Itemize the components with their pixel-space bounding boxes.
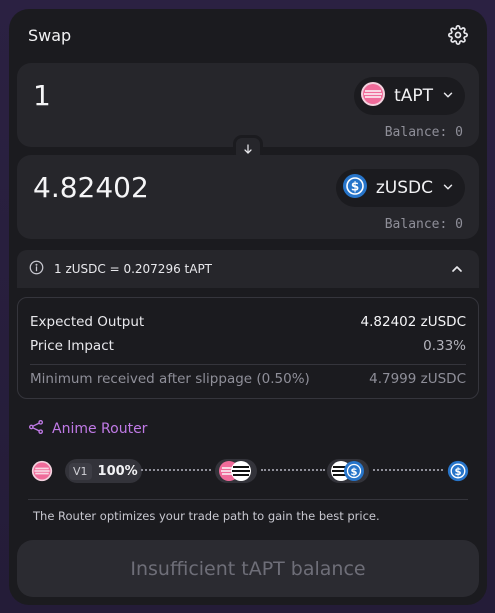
route-dots bbox=[261, 469, 325, 471]
usdc-token-icon: $ bbox=[342, 173, 368, 203]
from-balance: Balance: 0 bbox=[384, 125, 463, 140]
to-token-symbol: zUSDC bbox=[375, 178, 433, 198]
page-background: Swap 1 tAPT Balance: 0 4.82402 $ zUSDC B… bbox=[0, 0, 495, 613]
svg-text:$: $ bbox=[454, 467, 461, 478]
chevron-up-icon[interactable] bbox=[449, 261, 465, 281]
svg-text:$: $ bbox=[351, 180, 359, 194]
price-impact-row: Price Impact 0.33% bbox=[30, 334, 466, 358]
swap-title: Swap bbox=[28, 25, 72, 45]
insufficient-balance-button[interactable]: Insufficient tAPT balance bbox=[17, 540, 479, 597]
chevron-down-icon bbox=[441, 179, 455, 198]
from-token-symbol: tAPT bbox=[394, 86, 433, 106]
route-version-badge: V1 bbox=[69, 462, 92, 480]
info-icon bbox=[29, 260, 44, 279]
price-impact-label: Price Impact bbox=[30, 338, 114, 354]
apt-token-icon bbox=[360, 81, 386, 111]
from-amount-input[interactable]: 1 bbox=[33, 79, 51, 112]
route-dots bbox=[141, 469, 211, 471]
minimum-received-row: Minimum received after slippage (0.50%) … bbox=[30, 367, 466, 391]
share-route-icon bbox=[28, 419, 44, 439]
swap-card: Swap 1 tAPT Balance: 0 4.82402 $ zUSDC B… bbox=[9, 9, 487, 605]
route-path: V1 100% $ $ bbox=[29, 455, 469, 485]
details-divider bbox=[30, 364, 466, 365]
exchange-rate-text: 1 zUSDC = 0.207296 tAPT bbox=[54, 262, 213, 276]
route-end-usdc-icon: $ bbox=[447, 459, 469, 483]
minimum-received-label: Minimum received after slippage (0.50%) bbox=[30, 371, 310, 387]
router-heading: Anime Router bbox=[28, 419, 147, 439]
exchange-rate-row[interactable]: 1 zUSDC = 0.207296 tAPT bbox=[17, 250, 479, 288]
route-dots bbox=[373, 469, 443, 471]
to-balance: Balance: 0 bbox=[384, 217, 463, 232]
to-amount-input[interactable]: 4.82402 bbox=[33, 171, 149, 204]
expected-output-row: Expected Output 4.82402 zUSDC bbox=[30, 310, 466, 334]
trade-details-panel: Expected Output 4.82402 zUSDC Price Impa… bbox=[17, 297, 479, 399]
gear-icon[interactable] bbox=[447, 24, 469, 46]
expected-output-value: 4.82402 zUSDC bbox=[360, 314, 466, 330]
router-note: The Router optimizes your trade path to … bbox=[33, 509, 380, 523]
svg-text:$: $ bbox=[351, 467, 358, 478]
route-version-pill: V1 100% bbox=[65, 459, 142, 483]
to-token-selector[interactable]: $ zUSDC bbox=[335, 169, 465, 207]
swap-header: Swap bbox=[28, 23, 469, 47]
minimum-received-value: 4.7999 zUSDC bbox=[369, 371, 466, 387]
from-token-selector[interactable]: tAPT bbox=[354, 77, 465, 115]
router-divider bbox=[28, 499, 468, 500]
route-pool-usdc-pair: $ bbox=[327, 459, 369, 483]
price-impact-value: 0.33% bbox=[423, 338, 466, 354]
route-percent: 100% bbox=[97, 463, 138, 479]
expected-output-label: Expected Output bbox=[30, 314, 145, 330]
route-pool-apt-pair bbox=[215, 459, 257, 483]
chevron-down-icon bbox=[441, 87, 455, 106]
route-start-apt-icon bbox=[31, 459, 53, 483]
to-token-panel: 4.82402 $ zUSDC Balance: 0 bbox=[17, 155, 479, 239]
router-title: Anime Router bbox=[52, 421, 148, 437]
